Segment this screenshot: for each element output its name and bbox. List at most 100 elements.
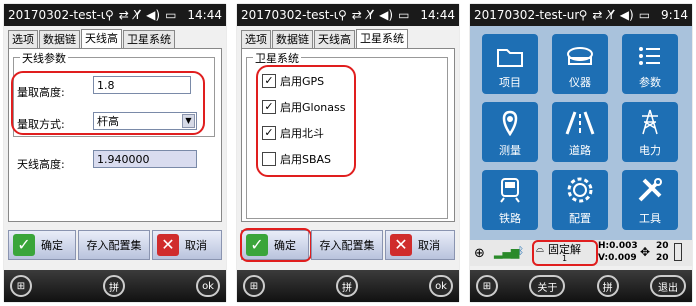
close-icon: ✕ [157,234,179,256]
tile-survey[interactable]: 测量 [482,102,538,162]
save-config-button[interactable]: 存入配置集 [78,230,150,260]
battery-level-icon [674,243,682,261]
input-method-button[interactable]: 拼 [596,275,619,297]
antenna-height-value: 1.940000 [93,150,197,168]
signal-strength-icon: ▂▄▆ [494,246,520,259]
save-config-button[interactable]: 存入配置集 [311,230,383,260]
tile-label: 电力 [639,144,661,157]
h-precision: H:0.003 [598,241,638,251]
clock: 9:14 [661,8,688,22]
tools-icon [638,178,662,202]
sbas-label: 启用SBAS [280,153,332,166]
tile-label: 测量 [499,144,521,157]
group-label: 天线参数 [20,50,68,66]
status-info-bar: ⊕ ▂▄▆ ᛒ ⌓ 固定解 1 H:0.003 V:0.009 ✥ 20 20 [470,240,692,266]
tab-datalink[interactable]: 数据链 [39,30,80,48]
tab-datalink[interactable]: 数据链 [272,30,313,48]
battery-icon: ▭ [638,8,651,22]
tile-power[interactable]: 电力 [622,102,678,162]
tile-label: 配置 [569,212,591,225]
tab-strip: 选项 数据链 天线高 卫星系统 [241,29,455,49]
status-bar: 20170302-test-un ⚲ ⇄ Y̸ ◀) ▭ 14:44 [237,4,459,26]
glonass-checkbox[interactable]: ✓ [262,100,276,114]
tile-instrument[interactable]: 仪器 [552,34,608,94]
chevron-down-icon[interactable]: ▼ [182,114,195,128]
clock: 14:44 [187,8,222,22]
tab-options[interactable]: 选项 [241,30,271,48]
train-icon [500,178,520,203]
satellite-icon: ✥ [640,245,651,259]
battery-icon: ▭ [398,8,410,22]
measured-height-label: 量取高度: [17,86,65,99]
taskbar-ok-button[interactable]: ok [196,275,220,297]
save-config-label: 存入配置集 [319,239,375,252]
signal-off-icon: Y̸ [133,8,142,22]
input-method-button[interactable]: 拼 [103,275,126,297]
cancel-button[interactable]: ✕ 取消 [385,230,455,260]
measure-method-select[interactable]: 杆高 ▼ [93,112,197,130]
beidou-checkbox-row[interactable]: ✓ 启用北斗 [262,125,324,141]
check-icon: ✓ [246,234,268,256]
gps-checkbox[interactable]: ✓ [262,74,276,88]
tile-grid: 项目 仪器 参数 测量 道路 电力 铁路 配置 工具 [470,26,692,240]
check-icon: ✓ [13,234,35,256]
tile-label: 参数 [639,76,661,89]
tile-road[interactable]: 道路 [552,102,608,162]
taskbar: ⊞ 拼 ok [237,270,459,302]
cancel-label: 取消 [185,239,207,252]
tile-project[interactable]: 项目 [482,34,538,94]
sync-icon: ⇄ [118,8,129,22]
gps-checkbox-row[interactable]: ✓ 启用GPS [262,73,324,89]
tab-antenna-height[interactable]: 天线高 [314,30,355,48]
about-button[interactable]: 关于 [529,275,566,297]
ok-button[interactable]: ✓ 确定 [241,230,309,260]
instrument-icon [567,47,593,65]
tab-options[interactable]: 选项 [8,30,38,48]
sbas-checkbox[interactable] [262,152,276,166]
tile-label: 项目 [499,76,521,89]
cancel-label: 取消 [418,239,440,252]
ok-label: 确定 [274,239,296,252]
gps-icon: ⚲ [104,8,114,22]
tab-antenna-height[interactable]: 天线高 [81,29,122,49]
globe-icon: ⊕ [474,246,485,261]
sbas-checkbox-row[interactable]: 启用SBAS [262,151,331,167]
input-method-button[interactable]: 拼 [336,275,359,297]
measure-method-value: 杆高 [97,115,119,128]
tile-label: 道路 [569,144,591,157]
beidou-checkbox[interactable]: ✓ [262,126,276,140]
clock: 14:44 [420,8,455,22]
windows-start-icon[interactable]: ⊞ [10,275,32,297]
bluetooth-icon: ᛒ [518,246,524,257]
windows-start-icon[interactable]: ⊞ [243,275,265,297]
gear-icon [567,177,593,203]
windows-start-icon[interactable]: ⊞ [476,275,498,297]
window-title: 20170302-test-un [241,8,338,22]
tab-strip: 选项 数据链 天线高 卫星系统 [8,29,222,49]
receiver-icon: ⌓ [536,244,544,255]
group-label: 卫星系统 [253,50,301,66]
tile-tools[interactable]: 工具 [622,170,678,230]
sync-icon: ⇄ [592,8,603,22]
exit-button[interactable]: 退出 [649,275,686,297]
gps-icon: ⚲ [578,8,588,22]
ok-button[interactable]: ✓ 确定 [8,230,76,260]
tile-railway[interactable]: 铁路 [482,170,538,230]
tile-config[interactable]: 配置 [552,170,608,230]
folder-icon [497,49,523,67]
gps-icon: ⚲ [337,8,347,22]
taskbar-ok-button[interactable]: ok [429,275,453,297]
tile-parameters[interactable]: 参数 [622,34,678,94]
ok-label: 确定 [41,239,63,252]
tab-satellite-system[interactable]: 卫星系统 [356,29,408,49]
tile-label: 工具 [639,212,661,225]
power-tower-icon [642,109,658,135]
antenna-tab-panel: 天线参数 量取高度: 1.8 量取方式: 杆高 ▼ 天线高度: 1.940000 [8,48,222,222]
tab-satellite-system[interactable]: 卫星系统 [123,30,175,48]
cancel-button[interactable]: ✕ 取消 [152,230,222,260]
location-pin-icon [502,110,518,136]
measured-height-input[interactable]: 1.8 [93,76,191,94]
glonass-checkbox-row[interactable]: ✓ 启用Glonass [262,99,345,115]
signal-off-icon: Y̸ [366,8,375,22]
window-title: 20170302-test-un [8,8,105,22]
